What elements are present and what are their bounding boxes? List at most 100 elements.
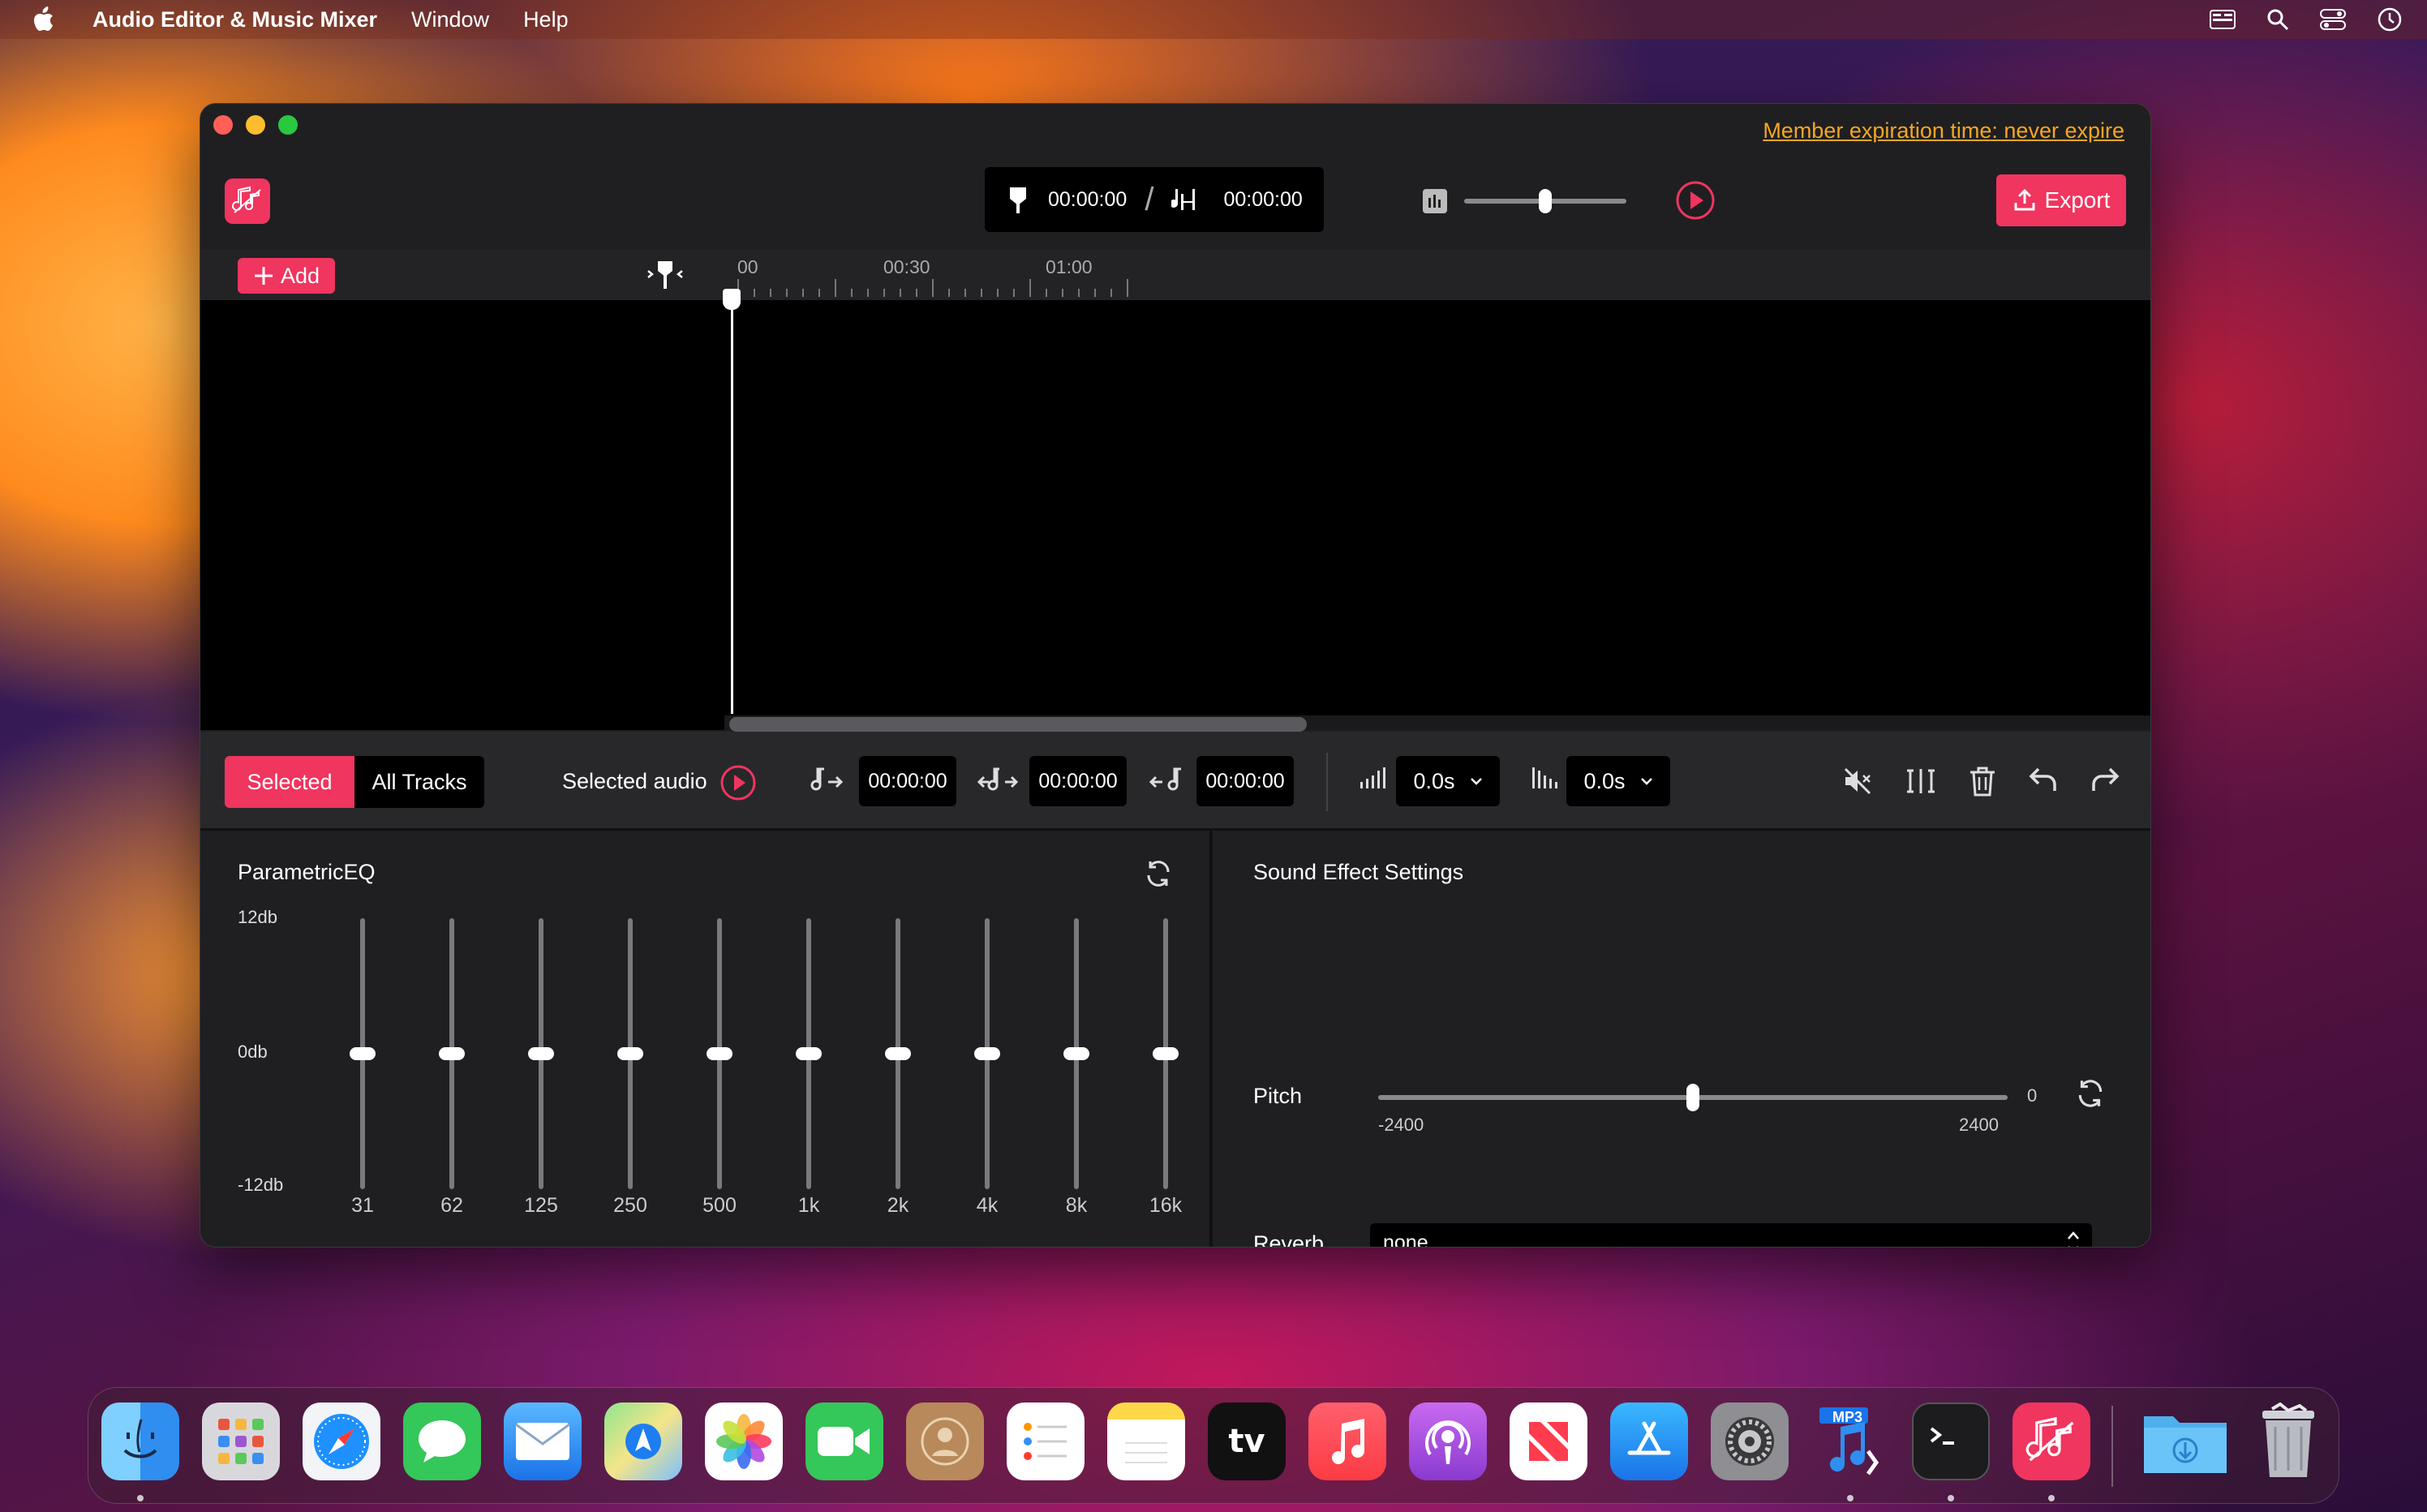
- running-indicator: [1847, 1495, 1854, 1501]
- eq-band-slider[interactable]: 4k: [963, 910, 1012, 1217]
- pitch-reset-icon[interactable]: [2074, 1077, 2107, 1114]
- eq-band-slider[interactable]: 250: [606, 910, 655, 1217]
- contacts-icon[interactable]: [906, 1402, 984, 1480]
- dock: tv MP3: [88, 1387, 2339, 1504]
- eq-band-slider[interactable]: 1k: [784, 910, 833, 1217]
- mp3-converter-icon[interactable]: MP3: [1811, 1402, 1889, 1480]
- track-list-pane: [200, 300, 724, 730]
- tab-all-tracks[interactable]: All Tracks: [354, 756, 484, 808]
- volume-slider-thumb[interactable]: [1539, 189, 1552, 213]
- add-track-button[interactable]: Add: [238, 258, 335, 294]
- trash-can-icon[interactable]: [2249, 1402, 2327, 1480]
- apple-tv-icon[interactable]: tv: [1208, 1402, 1286, 1480]
- pitch-slider[interactable]: [1378, 1084, 2008, 1111]
- ruler-tick: [786, 289, 788, 297]
- launchpad-icon[interactable]: [202, 1402, 280, 1480]
- screen-menu-icon[interactable]: [2210, 10, 2236, 29]
- redo-icon[interactable]: [2090, 766, 2120, 801]
- app-store-icon[interactable]: [1610, 1402, 1688, 1480]
- eq-band-slider[interactable]: 500: [695, 910, 744, 1217]
- start-time-field[interactable]: 00:00:00: [859, 756, 956, 806]
- eq-band-slider[interactable]: 16k: [1141, 910, 1190, 1217]
- fade-in-select[interactable]: 0.0s: [1396, 756, 1500, 806]
- db-label-bottom: -12db: [238, 1175, 284, 1195]
- eq-reset-icon[interactable]: [1143, 858, 1174, 893]
- eq-band-thumb[interactable]: [1063, 1047, 1089, 1060]
- system-settings-icon[interactable]: [1711, 1402, 1789, 1480]
- eq-band-slider[interactable]: 2k: [874, 910, 922, 1217]
- eq-band-thumb[interactable]: [974, 1047, 1000, 1060]
- undo-icon[interactable]: [2029, 766, 2058, 801]
- pitch-slider-thumb[interactable]: [1686, 1084, 1699, 1111]
- minimize-button[interactable]: [246, 115, 265, 135]
- safari-icon[interactable]: [303, 1402, 380, 1480]
- export-button[interactable]: Export: [1996, 174, 2126, 226]
- tab-selected[interactable]: Selected: [225, 756, 354, 808]
- playhead-line: [731, 292, 733, 714]
- eq-band-thumb[interactable]: [617, 1047, 643, 1060]
- maps-icon[interactable]: [604, 1402, 682, 1480]
- eq-band-slider[interactable]: 31: [338, 910, 387, 1217]
- window-menu[interactable]: Window: [411, 7, 489, 32]
- reverb-value: none: [1383, 1231, 1428, 1248]
- mail-icon[interactable]: [504, 1402, 582, 1480]
- eq-band-thumb[interactable]: [350, 1047, 376, 1060]
- reminders-icon[interactable]: [1007, 1402, 1085, 1480]
- eq-band-thumb[interactable]: [1153, 1047, 1179, 1060]
- app-window: Member expiration time: never expire 00:…: [200, 103, 2151, 1248]
- terminal-icon[interactable]: [1912, 1402, 1990, 1480]
- eq-band-thumb[interactable]: [707, 1047, 732, 1060]
- fade-out-select[interactable]: 0.0s: [1566, 756, 1670, 806]
- facetime-icon[interactable]: [805, 1402, 883, 1480]
- parametric-eq-panel: ParametricEQ 12db 0db -12db 31 62 125 250 50…: [200, 831, 1213, 1247]
- finder-icon[interactable]: [101, 1402, 179, 1480]
- eq-band-frequency: 500: [702, 1194, 737, 1217]
- play-selected-button[interactable]: [720, 764, 757, 805]
- end-time-icon: [1149, 766, 1185, 799]
- photos-icon[interactable]: [705, 1402, 783, 1480]
- timeline-scrollbar[interactable]: [729, 717, 1307, 732]
- sound-effect-panel: Sound Effect Settings Pitch 0 -2400 2400…: [1216, 831, 2150, 1248]
- duration-field[interactable]: 00:00:00: [1029, 756, 1127, 806]
- member-expiration-link[interactable]: Member expiration time: never expire: [1763, 118, 2124, 144]
- fade-out-icon: [1531, 766, 1560, 797]
- app-menu[interactable]: Audio Editor & Music Mixer: [92, 7, 377, 32]
- ruler-tick: [835, 279, 836, 297]
- play-all-button[interactable]: [1675, 180, 1716, 225]
- volume-slider[interactable]: [1464, 189, 1626, 213]
- apple-menu-icon[interactable]: [32, 6, 57, 33]
- mute-icon[interactable]: [1842, 766, 1873, 801]
- upload-icon: [2014, 188, 2035, 211]
- ruler-tick: [883, 289, 885, 297]
- music-icon[interactable]: [1308, 1402, 1386, 1480]
- eq-band-slider[interactable]: 8k: [1052, 910, 1101, 1217]
- audio-editor-icon[interactable]: [2012, 1402, 2090, 1480]
- close-button[interactable]: [213, 115, 233, 135]
- timeline-ruler[interactable]: 00 00:30 01:00: [724, 250, 2150, 300]
- search-icon[interactable]: [2266, 8, 2289, 31]
- track-canvas[interactable]: [724, 300, 2150, 715]
- messages-icon[interactable]: [403, 1402, 481, 1480]
- eq-band-thumb[interactable]: [439, 1047, 465, 1060]
- news-icon[interactable]: [1510, 1402, 1587, 1480]
- eq-band-thumb[interactable]: [528, 1047, 554, 1060]
- end-time-field[interactable]: 00:00:00: [1196, 756, 1294, 806]
- eq-band-slider[interactable]: 125: [517, 910, 565, 1217]
- clock-icon[interactable]: [2377, 6, 2403, 32]
- help-menu[interactable]: Help: [523, 7, 569, 32]
- downloads-folder-icon[interactable]: [2141, 1402, 2230, 1480]
- ruler-tick: [851, 289, 853, 297]
- notes-icon[interactable]: [1107, 1402, 1185, 1480]
- control-center-icon[interactable]: [2320, 8, 2346, 31]
- eq-band-thumb[interactable]: [796, 1047, 822, 1060]
- split-icon[interactable]: [1905, 766, 1936, 801]
- reverb-select[interactable]: none: [1370, 1223, 2092, 1248]
- zoom-button[interactable]: [278, 115, 298, 135]
- eq-band-thumb[interactable]: [885, 1047, 911, 1060]
- trash-icon[interactable]: [1969, 766, 1996, 801]
- playhead-handle[interactable]: [723, 289, 741, 310]
- ruler-tick: [867, 289, 869, 297]
- podcasts-icon[interactable]: [1409, 1402, 1487, 1480]
- eq-band-slider[interactable]: 62: [427, 910, 476, 1217]
- snap-marker-icon[interactable]: [645, 258, 685, 294]
